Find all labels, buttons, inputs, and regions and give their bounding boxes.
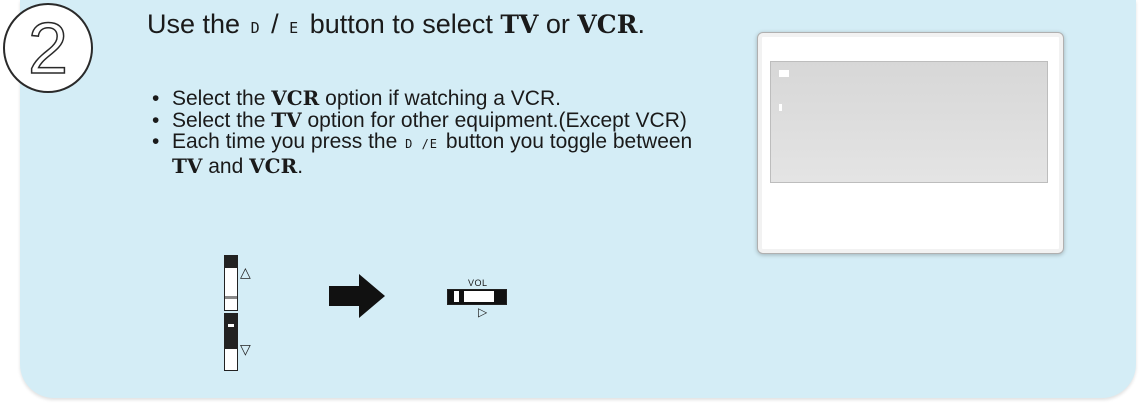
list-item-keyword: TV xyxy=(172,153,203,178)
list-item-keyword: TV xyxy=(271,107,302,132)
heading-text-pre: Use the xyxy=(147,9,241,39)
list-item: Select the VCR option if watching a VCR. xyxy=(150,86,710,110)
up-triangle-icon: △ xyxy=(240,264,251,280)
heading-keyword-vcr: VCR xyxy=(577,10,638,39)
list-item-text: option for other equipment.(Except VCR) xyxy=(307,108,687,132)
heading-slash: / xyxy=(271,9,279,39)
list-item-text: Each time you press the xyxy=(172,130,398,153)
heading-text-or: or xyxy=(545,9,570,39)
list-item-text: option if watching a VCR. xyxy=(325,87,561,110)
instruction-list: Select the VCR option if watching a VCR.… xyxy=(150,86,710,177)
heading-text-mid: button to select xyxy=(309,9,493,39)
heading-keyword-tv: TV xyxy=(500,10,539,39)
tv-screen-illustration xyxy=(757,32,1064,254)
list-item-text: button you toggle between xyxy=(445,130,693,153)
list-item: Select the TV option for other equipment… xyxy=(150,107,710,132)
osd-marker-icon xyxy=(779,104,782,111)
vol-label: VOL xyxy=(468,278,488,288)
right-triangle-icon: ▷ xyxy=(478,305,488,319)
list-item-keyword: VCR xyxy=(271,86,320,110)
list-item-text: and xyxy=(208,154,244,178)
button-symbol: D /E xyxy=(405,137,439,151)
step-heading: Use the D / E button to select TV or VCR… xyxy=(147,10,707,43)
list-item-period: . xyxy=(297,154,304,178)
down-triangle-icon: ▽ xyxy=(240,341,251,357)
list-item: Each time you press the D /E button you … xyxy=(150,131,710,177)
osd-vol-bar-icon xyxy=(447,289,507,305)
step-number: 2 xyxy=(27,8,69,90)
list-item-text: Select the xyxy=(172,87,266,110)
down-button-symbol: D xyxy=(250,19,261,37)
volume-up-bar-icon xyxy=(224,255,238,311)
list-item-text: Select the xyxy=(172,108,266,132)
volume-down-bar-icon xyxy=(224,313,238,371)
tv-display xyxy=(770,61,1048,183)
right-arrow-icon xyxy=(329,274,385,318)
up-button-symbol: E xyxy=(289,19,300,37)
heading-period: . xyxy=(637,9,645,39)
list-item-keyword: VCR xyxy=(249,153,298,178)
step-number-badge: 2 xyxy=(3,3,93,93)
osd-indicator-icon xyxy=(779,70,789,77)
